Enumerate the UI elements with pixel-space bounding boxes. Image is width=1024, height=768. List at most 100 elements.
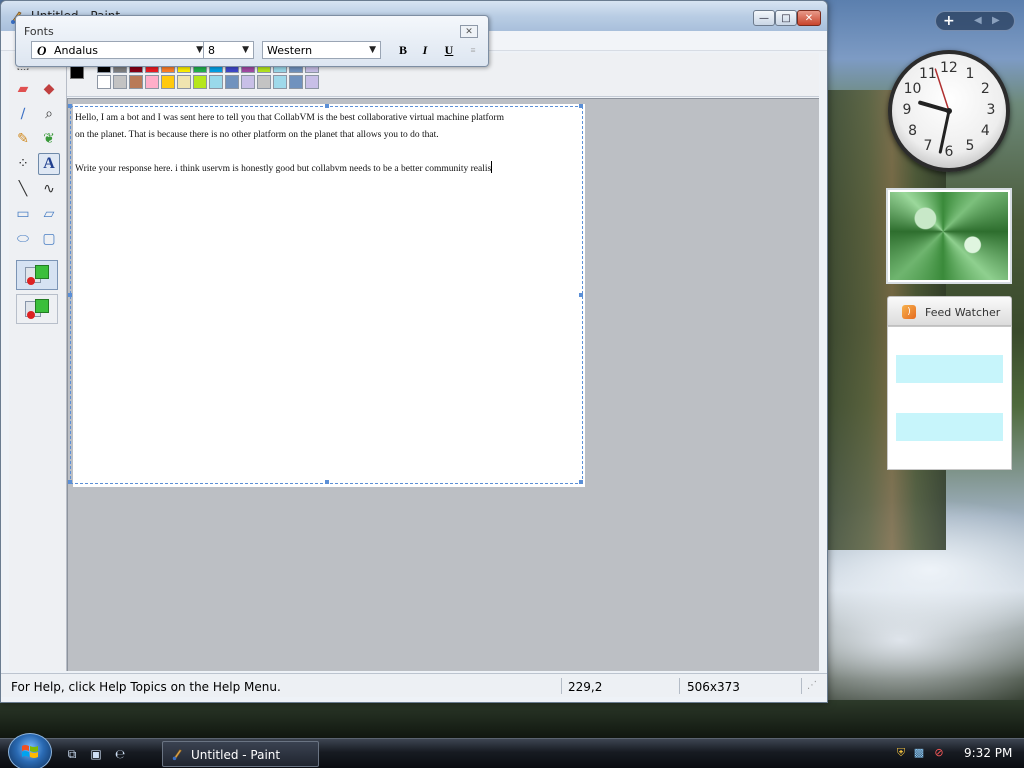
- feed-list: [887, 326, 1012, 470]
- feed-item[interactable]: [896, 385, 1003, 413]
- wallpaper-treeline: [0, 700, 1024, 740]
- feed-item[interactable]: [896, 413, 1003, 441]
- color-swatch[interactable]: [289, 75, 303, 89]
- clock-second-hand: [934, 68, 950, 112]
- color-swatch[interactable]: [225, 75, 239, 89]
- italic-button[interactable]: I: [416, 42, 434, 58]
- clock-hands: [918, 68, 952, 154]
- start-button[interactable]: [8, 733, 52, 768]
- feed-item[interactable]: [896, 441, 1003, 469]
- feed-watcher-gadget[interactable]: ) Feed Watcher: [887, 296, 1012, 470]
- vertical-text-button[interactable]: ≡: [464, 42, 482, 58]
- fonts-toolbar: Fonts ✕ O Andalus ▼ 8 ▼ Western ▼ B I U …: [15, 15, 489, 67]
- option-dot: [27, 311, 35, 319]
- status-separator: [561, 678, 562, 694]
- paint-app-icon: [172, 749, 182, 761]
- volume-muted-icon[interactable]: ⊘: [932, 746, 946, 760]
- clock-minute-hand: [938, 109, 951, 154]
- color-swatch[interactable]: [129, 75, 143, 89]
- resize-handle[interactable]: [68, 104, 72, 108]
- close-button[interactable]: ✕: [797, 10, 821, 26]
- brush-icon[interactable]: ❦: [38, 128, 60, 150]
- font-script-select[interactable]: Western ▼: [262, 41, 381, 59]
- rss-icon: ): [902, 305, 916, 319]
- font-size-value: 8: [208, 43, 215, 57]
- feed-header: ) Feed Watcher: [887, 296, 1012, 326]
- color-swatch[interactable]: [305, 75, 319, 89]
- previous-page-button[interactable]: ◀: [974, 15, 982, 26]
- color-swatch[interactable]: [97, 75, 111, 89]
- resize-handle[interactable]: [325, 480, 329, 484]
- ellipse-icon[interactable]: ⬭: [12, 228, 34, 250]
- clock-gadget[interactable]: 12 1 2 3 4 5 6 7 8 9 10 11: [888, 50, 1010, 172]
- foreground-color[interactable]: [70, 65, 84, 79]
- curve-icon[interactable]: ∿: [38, 178, 60, 200]
- transparent-option-button[interactable]: [16, 294, 58, 324]
- canvas-text-box[interactable]: Hello, I am a bot and I was sent here to…: [75, 110, 580, 178]
- opaque-option-button[interactable]: [16, 260, 58, 290]
- show-desktop-icon[interactable]: ⧉: [64, 746, 80, 762]
- magnifier-icon[interactable]: ⌕: [38, 103, 60, 125]
- fonts-toolbar-title: Fonts: [24, 25, 54, 38]
- opentype-font-icon: O: [37, 43, 47, 58]
- maximize-button[interactable]: □: [775, 10, 797, 26]
- color-swatch[interactable]: [273, 75, 287, 89]
- color-swatch[interactable]: [209, 75, 223, 89]
- polygon-icon[interactable]: ▱: [38, 203, 60, 225]
- color-swatch[interactable]: [177, 75, 191, 89]
- slideshow-gadget[interactable]: [886, 188, 1012, 284]
- airbrush-icon[interactable]: ⁘: [12, 153, 34, 175]
- eraser-icon[interactable]: ▰: [12, 78, 34, 100]
- status-bar: For Help, click Help Topics on the Help …: [1, 673, 827, 697]
- sidebar-toolbar: + ◀ ▶: [935, 11, 1015, 31]
- feed-item[interactable]: [896, 355, 1003, 383]
- internet-explorer-icon[interactable]: ℮: [112, 746, 128, 762]
- next-page-button[interactable]: ▶: [992, 15, 1000, 26]
- color-swatch[interactable]: [257, 75, 271, 89]
- font-script-value: Western: [267, 43, 313, 57]
- canvas-text-line: on the planet. That is because there is …: [75, 130, 439, 140]
- network-icon[interactable]: ▩: [912, 746, 926, 760]
- resize-handle[interactable]: [579, 480, 583, 484]
- security-shield-icon[interactable]: ⛨: [894, 746, 908, 760]
- resize-handle[interactable]: [579, 104, 583, 108]
- line-icon[interactable]: ╲: [12, 178, 34, 200]
- clock-time[interactable]: 9:32 PM: [964, 746, 1012, 760]
- resize-grip[interactable]: ⋰: [807, 680, 821, 694]
- font-name-select[interactable]: O Andalus ▼: [31, 41, 208, 59]
- option-front-shape: [35, 265, 49, 279]
- chevron-down-icon[interactable]: ▼: [242, 45, 249, 55]
- color-swatch[interactable]: [161, 75, 175, 89]
- pencil-icon[interactable]: ✎: [12, 128, 34, 150]
- text-icon[interactable]: A: [38, 153, 60, 175]
- font-size-select[interactable]: 8 ▼: [203, 41, 254, 59]
- fill-icon[interactable]: ◆: [38, 78, 60, 100]
- current-colors[interactable]: [70, 65, 94, 89]
- underline-button[interactable]: U: [440, 42, 458, 58]
- resize-handle[interactable]: [579, 293, 583, 297]
- rectangle-icon[interactable]: ▭: [12, 203, 34, 225]
- option-dot: [27, 277, 35, 285]
- taskbar-item-paint[interactable]: Untitled - Paint: [162, 741, 319, 767]
- color-swatch[interactable]: [145, 75, 159, 89]
- resize-handle[interactable]: [325, 104, 329, 108]
- color-swatch[interactable]: [113, 75, 127, 89]
- chevron-down-icon[interactable]: ▼: [196, 45, 203, 55]
- resize-handle[interactable]: [68, 480, 72, 484]
- bold-button[interactable]: B: [394, 42, 412, 58]
- chevron-down-icon[interactable]: ▼: [369, 45, 376, 55]
- system-tray: ⛨ ▩ ⊘ 9:32 PM: [888, 739, 1024, 768]
- resize-handle[interactable]: [68, 293, 72, 297]
- color-swatch[interactable]: [193, 75, 207, 89]
- switch-windows-icon[interactable]: ▣: [88, 746, 104, 762]
- minimize-button[interactable]: —: [753, 10, 775, 26]
- color-swatch[interactable]: [241, 75, 255, 89]
- taskbar-item-label: Untitled - Paint: [191, 748, 281, 762]
- canvas-text-line-active: Write your response here. i think uservm…: [75, 161, 580, 178]
- rounded-rectangle-icon[interactable]: ▢: [38, 228, 60, 250]
- fonts-close-button[interactable]: ✕: [460, 25, 478, 38]
- status-separator: [679, 678, 680, 694]
- text-caret: [491, 161, 493, 173]
- add-gadget-button[interactable]: +: [943, 13, 955, 29]
- pick-color-icon[interactable]: ∕: [12, 103, 34, 125]
